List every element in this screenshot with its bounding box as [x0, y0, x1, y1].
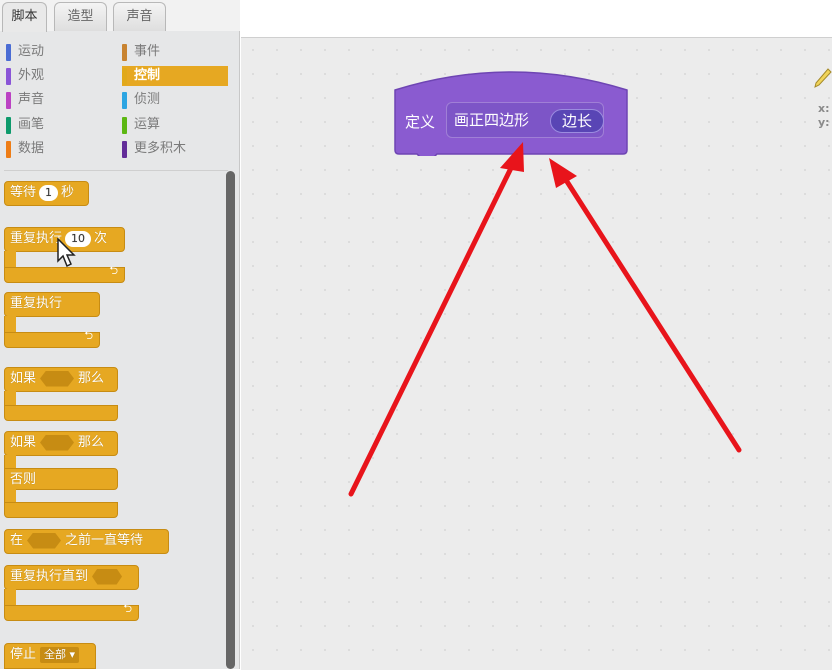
stop-option-dropdown[interactable]: 全部 ▾ [40, 647, 80, 663]
category-color-swatch [6, 92, 11, 109]
tab-costumes[interactable]: 造型 [54, 2, 107, 31]
category-more-blocks[interactable]: 更多积木 [122, 139, 228, 159]
wait-until-block[interactable]: 在 之前一直等待 [4, 529, 169, 554]
category-color-swatch [6, 68, 11, 85]
category-color-swatch [122, 117, 127, 134]
forever-header: 重复执行 [4, 292, 100, 317]
block-label: 重复执行直到 [10, 569, 89, 584]
block-label: 等待 [10, 185, 37, 200]
condition-slot[interactable] [92, 568, 123, 585]
wait-seconds-block[interactable]: 等待 1 秒 [4, 181, 89, 206]
if-else-block[interactable]: 如果 那么 否则 [4, 431, 118, 519]
tab-scripts[interactable]: 脚本 [2, 2, 47, 32]
category-color-swatch [6, 44, 11, 61]
category-operators[interactable]: 运算 [122, 115, 228, 135]
category-label: 画笔 [18, 117, 45, 132]
category-pen[interactable]: 画笔 [6, 115, 106, 135]
condition-slot[interactable] [27, 532, 62, 549]
category-data[interactable]: 数据 [6, 139, 106, 159]
sprite-y-label: y: [818, 116, 830, 129]
category-control[interactable]: 控制 [122, 66, 228, 86]
dropdown-value: 全部 [44, 648, 67, 661]
custom-block-name: 画正四边形 [454, 111, 530, 129]
tab-bar: 脚本 造型 声音 [0, 0, 240, 32]
loop-arrow-icon: ⮌ [109, 264, 118, 277]
category-color-swatch [6, 117, 11, 134]
category-color-swatch [6, 141, 11, 158]
c-foot [4, 405, 118, 421]
category-color-swatch [122, 92, 127, 109]
category-label: 声音 [18, 92, 45, 107]
block-label: 停止 [10, 647, 37, 662]
category-color-swatch [122, 141, 127, 158]
stop-block[interactable]: 停止 全部 ▾ [4, 643, 96, 669]
block-label: 重复执行 [10, 296, 63, 311]
category-color-swatch [122, 44, 127, 61]
block-unit: 次 [94, 231, 108, 246]
category-label: 事件 [134, 44, 161, 59]
block-label: 那么 [78, 435, 105, 450]
category-sound[interactable]: 声音 [6, 90, 106, 110]
pencil-icon [814, 68, 832, 94]
seconds-input[interactable]: 1 [39, 185, 59, 201]
block-label: 之前一直等待 [65, 533, 144, 548]
c-foot: ⮌ [4, 264, 125, 283]
category-label: 控制 [134, 68, 161, 83]
block-label: 在 [10, 533, 24, 548]
repeat-times-block[interactable]: 重复执行 10 次 ⮌ [4, 227, 125, 283]
category-color-swatch [122, 68, 127, 85]
sprite-x-label: x: [818, 102, 830, 115]
block-label: 否则 [10, 472, 37, 487]
tab-sounds[interactable]: 声音 [113, 2, 166, 31]
category-sensing[interactable]: 侦测 [122, 90, 228, 110]
category-label: 外观 [18, 68, 45, 83]
define-block[interactable]: 定义 画正四边形 边长 [393, 64, 629, 156]
category-label: 运算 [134, 117, 161, 132]
condition-slot[interactable] [40, 370, 75, 387]
forever-block[interactable]: 重复执行 ⮌ [4, 292, 100, 348]
category-label: 运动 [18, 44, 45, 59]
parameter-reporter[interactable]: 边长 [550, 109, 604, 133]
c-foot: ⮌ [4, 329, 100, 348]
repeat-until-header: 重复执行直到 [4, 565, 139, 590]
block-unit: 秒 [61, 185, 75, 200]
c-foot [4, 502, 118, 518]
block-label: 那么 [78, 371, 105, 386]
loop-arrow-icon: ⮌ [84, 329, 93, 342]
block-label: 如果 [10, 435, 37, 450]
if-then-block[interactable]: 如果 那么 [4, 367, 118, 421]
repeat-header: 重复执行 10 次 [4, 227, 125, 252]
if-header: 如果 那么 [4, 431, 118, 456]
category-motion[interactable]: 运动 [6, 42, 106, 62]
category-events[interactable]: 事件 [122, 42, 228, 62]
category-label: 更多积木 [134, 141, 187, 156]
block-label: 如果 [10, 371, 37, 386]
times-input[interactable]: 10 [65, 231, 92, 247]
c-foot: ⮌ [4, 602, 139, 621]
palette-divider [4, 170, 228, 171]
block-label: 重复执行 [10, 231, 63, 246]
define-keyword: 定义 [405, 113, 436, 131]
category-label: 侦测 [134, 92, 161, 107]
loop-arrow-icon: ⮌ [123, 602, 132, 615]
custom-block-prototype[interactable]: 画正四边形 边长 [446, 102, 604, 138]
repeat-until-block[interactable]: 重复执行直到 ⮌ [4, 565, 139, 621]
condition-slot[interactable] [40, 434, 75, 451]
else-header: 否则 [4, 468, 118, 490]
category-label: 数据 [18, 141, 45, 156]
palette-scrollbar[interactable] [226, 171, 235, 669]
if-header: 如果 那么 [4, 367, 118, 392]
category-looks[interactable]: 外观 [6, 66, 106, 86]
